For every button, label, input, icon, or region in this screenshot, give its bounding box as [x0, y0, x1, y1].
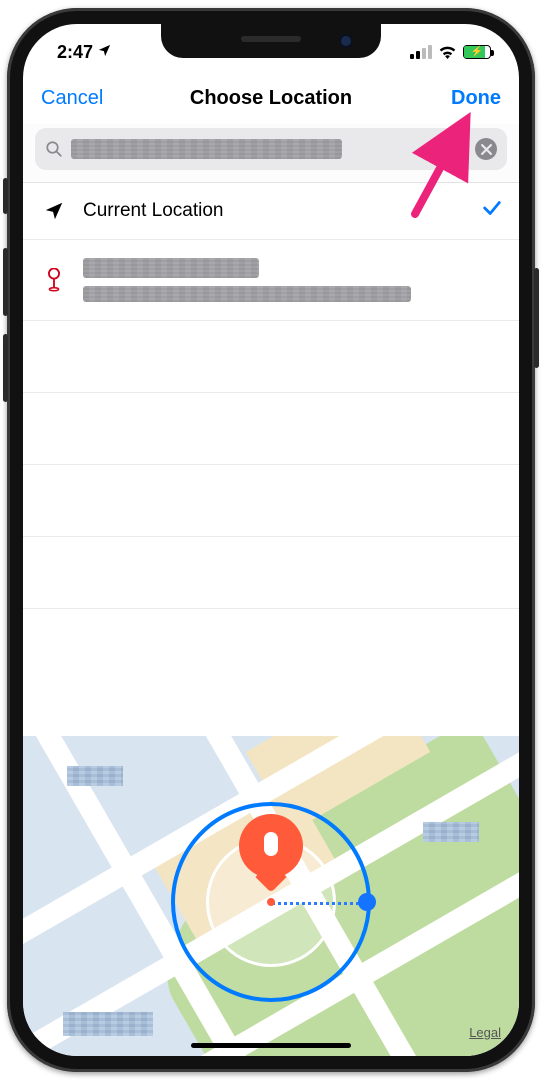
address-text-redacted [83, 254, 503, 306]
battery-icon: ⚡ [463, 45, 491, 59]
list-item [23, 321, 519, 393]
status-time: 2:47 [57, 42, 93, 63]
screen: 2:47 ⚡ Cancel Choose Loca [23, 24, 519, 1056]
locations-list: Current Location [23, 183, 519, 609]
map-view[interactable]: Legal [23, 736, 519, 1056]
address-row[interactable] [23, 240, 519, 321]
pin-icon [41, 268, 67, 292]
cancel-button[interactable]: Cancel [41, 87, 103, 110]
search-container [23, 124, 519, 183]
map-pin-icon [239, 814, 303, 894]
home-indicator[interactable] [191, 1043, 351, 1048]
iphone-frame: 2:47 ⚡ Cancel Choose Loca [7, 8, 535, 1072]
clear-search-button[interactable] [475, 138, 497, 160]
wifi-icon [438, 45, 457, 59]
search-value-redacted [71, 139, 342, 159]
cell-signal-icon [410, 45, 432, 59]
current-location-label: Current Location [83, 200, 465, 222]
checkmark-icon [481, 197, 503, 225]
search-icon [45, 140, 63, 158]
page-title: Choose Location [190, 87, 352, 110]
list-item [23, 465, 519, 537]
list-item [23, 393, 519, 465]
center-dot-icon [267, 898, 275, 906]
search-input[interactable] [35, 128, 507, 170]
location-services-icon [97, 42, 112, 63]
radius-handle[interactable] [358, 893, 376, 911]
done-button[interactable]: Done [451, 87, 501, 110]
list-item [23, 537, 519, 609]
location-arrow-icon [41, 200, 67, 222]
geofence-control[interactable] [171, 802, 371, 1002]
legal-link[interactable]: Legal [469, 1025, 501, 1040]
current-location-row[interactable]: Current Location [23, 183, 519, 240]
notch [161, 24, 381, 58]
navigation-bar: Cancel Choose Location Done [23, 72, 519, 124]
